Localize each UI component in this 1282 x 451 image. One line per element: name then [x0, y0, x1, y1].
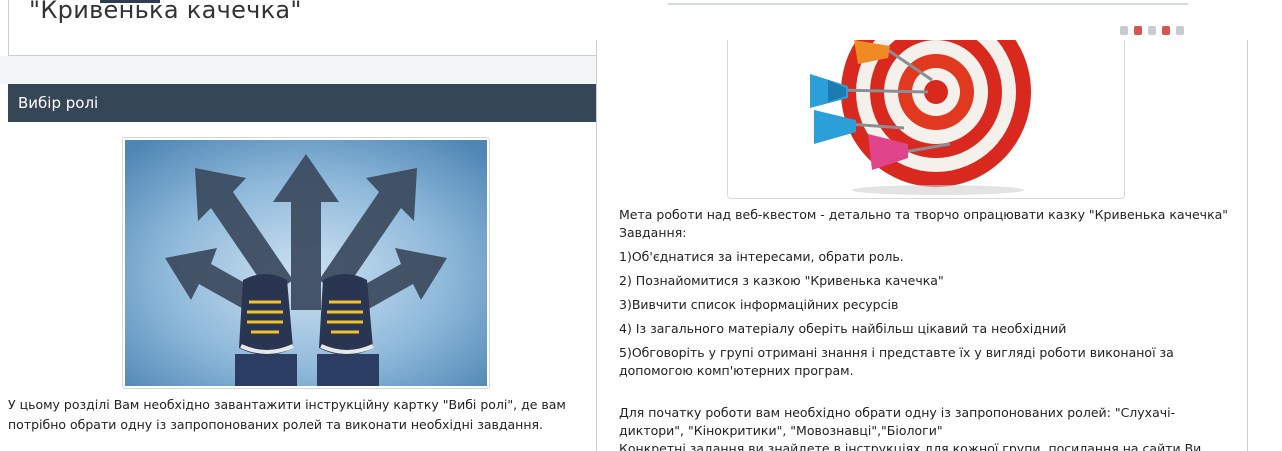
- choice-arrows-image: [122, 137, 490, 389]
- cut-line: Конкретні задання ви знайдете в інструкц…: [619, 441, 1202, 451]
- toolbar-icon[interactable]: [1120, 26, 1128, 35]
- goal-line: Мета роботи над веб-квестом - детально т…: [619, 207, 1229, 222]
- toolbar-icon[interactable]: [1134, 26, 1142, 35]
- section-description: У цьому розділі Вам необхідно завантажит…: [8, 397, 566, 432]
- page-title: "Кривенька качечка": [29, 0, 302, 24]
- task-item: 1)Об'єднатися за інтересами, обрати роль…: [619, 249, 904, 264]
- task-item: 3)Вивчити список інформаційних ресурсів: [619, 297, 899, 312]
- darts-target-image: [727, 40, 1125, 199]
- toolbar-icon[interactable]: [1148, 26, 1156, 35]
- task-item: 4) Із загального матеріалу оберіть найбі…: [619, 321, 1067, 336]
- section-title: Вибір ролі: [18, 94, 99, 112]
- blurred-text-line: [668, 3, 1188, 5]
- section-header: Вибір ролі: [8, 84, 596, 122]
- roles-paragraph: Для початку роботи вам необхідно обрати …: [619, 405, 1176, 438]
- separator-band: [0, 56, 596, 84]
- right-panel: Мета роботи над веб-квестом - детально т…: [596, 0, 1282, 451]
- quest-description: Мета роботи над веб-квестом - детально т…: [619, 206, 1239, 451]
- darts-illustration: [728, 40, 1124, 198]
- toolbar-icon[interactable]: [1162, 26, 1170, 35]
- title-container: "Кривенька качечка": [8, 0, 596, 56]
- toolbar-strip: [596, 0, 1282, 40]
- toolbar-icon[interactable]: [1176, 26, 1184, 35]
- tasks-heading: Завдання:: [619, 225, 687, 240]
- top-cut-bar: [100, 0, 160, 3]
- arrows-illustration: [125, 140, 487, 386]
- content-frame: Мета роботи над веб-квестом - детально т…: [596, 40, 1248, 451]
- left-panel: "Кривенька качечка" Вибір ролі У цьому р…: [0, 0, 596, 451]
- task-item: 2) Познайомитися з казкою "Кривенька кач…: [619, 273, 944, 288]
- task-item: 5)Обговоріть у групі отримані знання і п…: [619, 345, 1174, 378]
